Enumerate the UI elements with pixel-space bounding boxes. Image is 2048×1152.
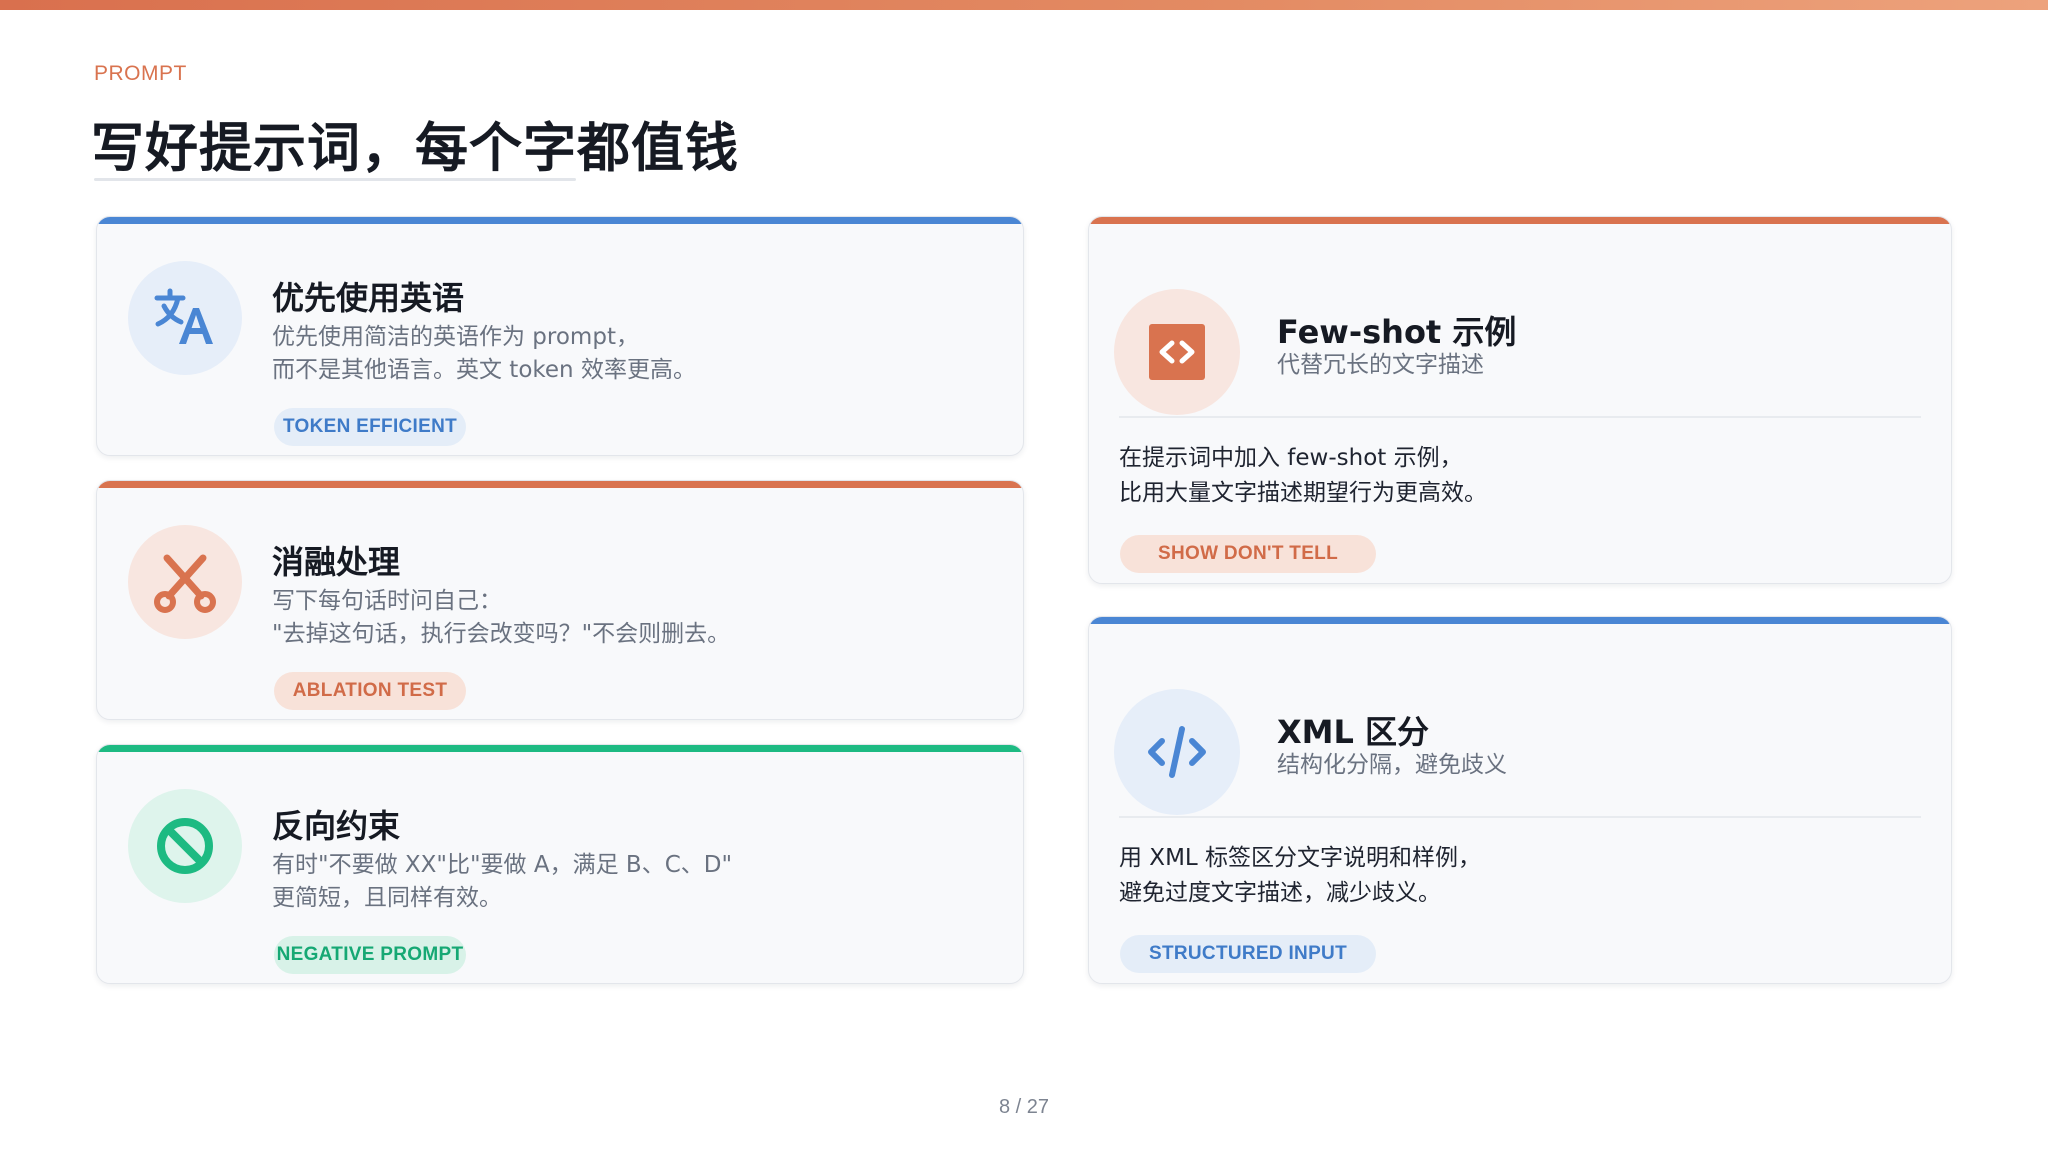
page-number: 8 / 27: [998, 1096, 1050, 1118]
scissors-icon: [154, 554, 216, 613]
card-body-line-1: 在提示词中加入 few-shot 示例，: [1119, 445, 1463, 471]
card-divider: [1119, 416, 1921, 418]
card-desc-line-2: "去掉这句话，执行会改变吗？"不会则删去。: [272, 621, 731, 647]
translate-icon: [154, 288, 213, 344]
card-badge: NEGATIVE PROMPT: [274, 936, 466, 974]
section-eyebrow: PROMPT: [94, 62, 187, 85]
card-negative-constraint: 反向约束 有时"不要做 XX"比"要做 A，满足 B、C、D" 更简短，且同样有…: [96, 744, 1024, 984]
card-title: 反向约束: [272, 807, 401, 845]
code-slash-icon: [1148, 726, 1206, 778]
title-underline: [94, 178, 576, 181]
card-badge: ABLATION TEST: [274, 672, 466, 710]
card-accent-bar: [1089, 217, 1951, 224]
icon-circle: [128, 525, 242, 639]
icon-circle: [128, 789, 242, 903]
card-few-shot: Few-shot 示例 代替冗长的文字描述 在提示词中加入 few-shot 示…: [1088, 216, 1952, 584]
card-title: 优先使用英语: [272, 279, 465, 317]
card-ablation: 消融处理 写下每句话时问自己： "去掉这句话，执行会改变吗？"不会则删去。 AB…: [96, 480, 1024, 720]
card-english-first: 优先使用英语 优先使用简洁的英语作为 prompt， 而不是其他语言。英文 to…: [96, 216, 1024, 456]
icon-circle: [1114, 689, 1240, 815]
card-body-line-2: 避免过度文字描述，减少歧义。: [1119, 880, 1441, 906]
icon-circle: [1114, 289, 1240, 415]
card-desc-line-2: 更简短，且同样有效。: [272, 885, 502, 911]
card-body-line-2: 比用大量文字描述期望行为更高效。: [1119, 480, 1487, 506]
card-accent-bar: [1089, 617, 1951, 624]
card-title: XML 区分: [1277, 713, 1430, 751]
page-title: 写好提示词，每个字都值钱: [91, 118, 739, 179]
code-icon: [1149, 324, 1205, 380]
card-badge: STRUCTURED INPUT: [1120, 935, 1376, 973]
card-title: 消融处理: [272, 543, 401, 581]
card-badge: TOKEN EFFICIENT: [274, 408, 466, 446]
top-accent-bar: [0, 0, 2048, 10]
card-accent-bar: [97, 745, 1023, 752]
card-body-line-1: 用 XML 标签区分文字说明和样例，: [1119, 845, 1482, 871]
card-xml: XML 区分 结构化分隔，避免歧义 用 XML 标签区分文字说明和样例， 避免过…: [1088, 616, 1952, 984]
card-desc-line-1: 写下每句话时问自己：: [272, 588, 502, 614]
card-subtitle: 代替冗长的文字描述: [1277, 352, 1484, 378]
card-desc-line-2: 而不是其他语言。英文 token 效率更高。: [272, 357, 696, 383]
card-badge: SHOW DON'T TELL: [1120, 535, 1376, 573]
card-accent-bar: [97, 481, 1023, 488]
prohibited-icon: [157, 818, 213, 874]
card-title: Few-shot 示例: [1277, 313, 1517, 351]
card-subtitle: 结构化分隔，避免歧义: [1277, 752, 1507, 778]
card-desc-line-1: 有时"不要做 XX"比"要做 A，满足 B、C、D": [272, 852, 733, 878]
card-desc-line-1: 优先使用简洁的英语作为 prompt，: [272, 324, 639, 350]
card-accent-bar: [97, 217, 1023, 224]
icon-circle: [128, 261, 242, 375]
card-divider: [1119, 816, 1921, 818]
